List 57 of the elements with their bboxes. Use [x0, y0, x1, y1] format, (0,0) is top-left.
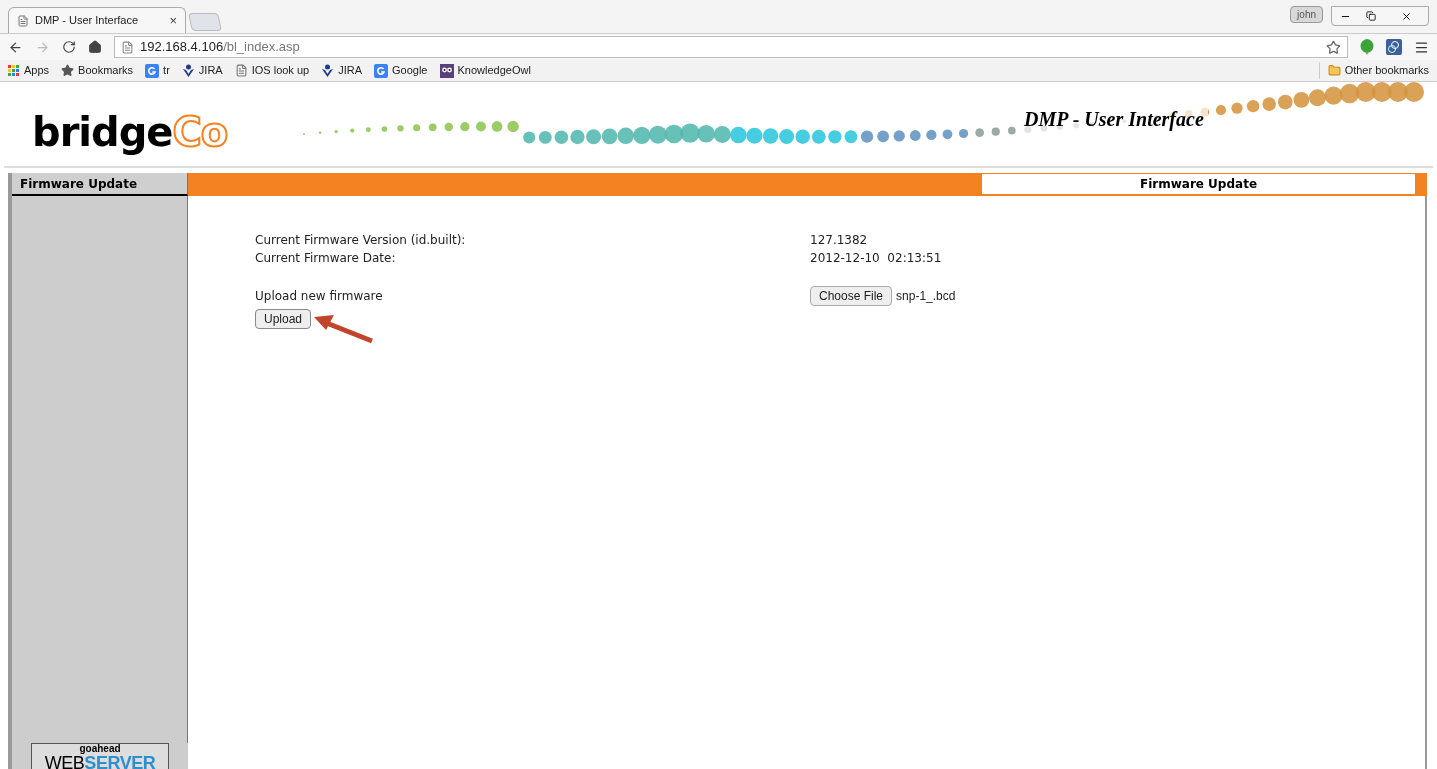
field-value: 2012-12-10 02:13:51: [810, 250, 942, 267]
upload-label: Upload new firmware: [255, 288, 384, 305]
field-value: 127.1382: [810, 232, 868, 249]
bookmark-label: Other bookmarks: [1344, 63, 1429, 79]
address-field[interactable]: 192.168.4.106/bl_index.asp: [114, 36, 1348, 58]
file-name: snp-1_.bcd: [896, 288, 956, 305]
url-text: 192.168.4.106/bl_index.asp: [140, 38, 301, 57]
extension-icon[interactable]: [1386, 39, 1402, 55]
upload-button[interactable]: Upload: [255, 309, 312, 329]
owl-icon: [439, 63, 454, 78]
bookmark-star-icon[interactable]: [1326, 39, 1341, 55]
page-icon: [121, 40, 134, 54]
jira-icon: [321, 63, 335, 78]
page-icon: [17, 14, 29, 27]
bookmark-link[interactable]: Google: [374, 62, 428, 79]
bookmark-link[interactable]: Apps: [8, 62, 50, 79]
bookmark-link[interactable]: JIRA: [321, 62, 362, 79]
browser-tab[interactable]: DMP - User Interface ×: [8, 7, 186, 33]
page-title: DMP - User Interface: [1020, 104, 1208, 134]
field-label: Current Firmware Date:: [255, 250, 397, 267]
bookmark-link[interactable]: JIRA: [181, 62, 223, 79]
jira-icon: [181, 63, 195, 78]
google-icon: [374, 63, 388, 78]
bookmark-label: IOS look up: [251, 63, 310, 79]
bookmark-label: JIRA: [338, 63, 362, 79]
star-icon: [61, 64, 75, 77]
field-label: Current Firmware Version (id.built):: [255, 232, 467, 249]
menu-icon[interactable]: [1414, 39, 1429, 55]
folder-icon: [1327, 64, 1341, 77]
bookmark-label: Bookmarks: [78, 63, 134, 79]
google-icon: [145, 63, 160, 78]
bookmark-label: Google: [392, 63, 428, 79]
tab-title: DMP - User Interface: [35, 13, 140, 29]
bookmark-label: Apps: [24, 63, 50, 79]
bookmark-link[interactable]: IOS look up: [234, 62, 310, 79]
bookmark-label: tr: [163, 63, 170, 79]
webserver-badge: goahead WEBSERVER: [31, 743, 169, 769]
choose-file-button[interactable]: Choose File: [810, 286, 893, 306]
apps-grid-icon: [8, 64, 20, 77]
restore-icon: [1366, 11, 1376, 21]
bookmark-label: JIRA: [198, 63, 223, 79]
back-icon[interactable]: [8, 39, 23, 55]
sidebar-item[interactable]: Firmware Update: [12, 173, 188, 196]
bookmark-link[interactable]: tr: [145, 62, 170, 79]
bookmark-link[interactable]: Bookmarks: [61, 62, 134, 79]
arrow-annotation: [312, 314, 374, 344]
bookmark-label: KnowledgeOwl: [457, 63, 531, 79]
tab-close-button[interactable]: ×: [169, 10, 177, 31]
section-heading: Firmware Update: [982, 174, 1415, 194]
bookmark-link[interactable]: KnowledgeOwl: [439, 62, 531, 79]
home-icon[interactable]: [88, 40, 102, 54]
page-icon: [234, 64, 248, 77]
other-bookmarks-link[interactable]: Other bookmarks: [1318, 62, 1429, 79]
close-icon: [1400, 10, 1412, 22]
reload-icon[interactable]: [62, 40, 76, 54]
profile-button[interactable]: john: [1290, 6, 1323, 23]
speech-balloon-icon[interactable]: [1360, 39, 1374, 55]
